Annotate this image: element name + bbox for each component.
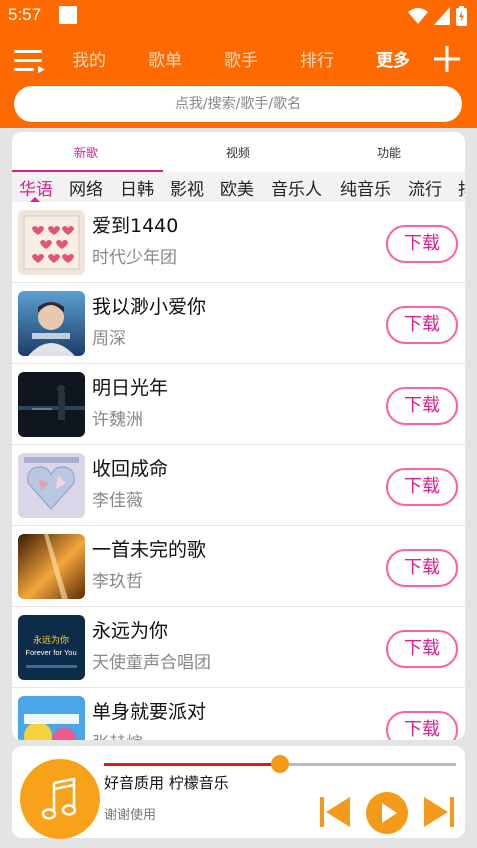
category-douyin[interactable]: 抖 — [458, 175, 465, 200]
category-film[interactable]: 影视 — [170, 175, 204, 200]
category-musician[interactable]: 音乐人 — [271, 175, 322, 200]
progress-bar[interactable] — [104, 755, 456, 773]
app-header: 5:57 我的 歌单 歌手 排行 更多 点我/搜索/歌手/歌名 — [0, 0, 477, 128]
category-internet[interactable]: 网络 — [69, 175, 103, 200]
progress-fill — [104, 763, 280, 766]
song-row[interactable]: 单身就要派对 张赫煊 下载 — [12, 688, 465, 740]
song-title: 我以渺小爱你 — [92, 296, 207, 318]
download-button[interactable]: 下载 — [386, 225, 458, 263]
song-artist: 李玖哲 — [92, 572, 143, 592]
song-artist: 周深 — [92, 329, 126, 349]
album-cover — [18, 372, 85, 437]
notification-icon — [59, 6, 77, 24]
song-title: 单身就要派对 — [92, 701, 207, 723]
download-button[interactable]: 下载 — [386, 711, 458, 740]
download-button[interactable]: 下载 — [386, 468, 458, 506]
tab-more[interactable]: 更多 — [376, 46, 410, 71]
download-button[interactable]: 下载 — [386, 549, 458, 587]
status-icons — [408, 6, 467, 26]
category-pop[interactable]: 流行 — [408, 175, 442, 200]
battery-icon — [456, 6, 467, 26]
song-title: 永远为你 — [92, 620, 169, 642]
song-row[interactable]: 我以渺小爱你 周深 下载 — [12, 283, 465, 364]
download-button[interactable]: 下载 — [386, 387, 458, 425]
song-row[interactable]: 一首未完的歌 李玖哲 下载 — [12, 526, 465, 607]
status-bar: 5:57 — [0, 0, 477, 34]
player-subtitle: 谢谢使用 — [104, 808, 157, 823]
tab-singers[interactable]: 歌手 — [224, 46, 258, 71]
album-cover — [18, 696, 85, 740]
album-cover: 永远为你 Forever for You — [18, 615, 85, 680]
download-button[interactable]: 下载 — [386, 630, 458, 668]
album-cover — [18, 210, 85, 275]
top-nav: 我的 歌单 歌手 排行 更多 — [0, 38, 477, 82]
song-title: 明日光年 — [92, 377, 169, 399]
category-western[interactable]: 欧美 — [220, 175, 254, 200]
next-icon[interactable] — [422, 795, 456, 829]
song-list: 爱到1440 时代少年团 下载 我以渺小爱你 周深 下载 明日光年 许魏洲 下载… — [12, 202, 465, 740]
song-title: 一首未完的歌 — [92, 539, 207, 561]
search-input[interactable]: 点我/搜索/歌手/歌名 — [14, 86, 462, 122]
wifi-icon — [408, 8, 428, 24]
download-button[interactable]: 下载 — [386, 306, 458, 344]
song-row[interactable]: 明日光年 许魏洲 下载 — [12, 364, 465, 445]
subtab-new-songs[interactable]: 新歌 — [74, 144, 98, 161]
song-title: 爱到1440 — [92, 215, 179, 237]
tab-playlists[interactable]: 歌单 — [148, 46, 182, 71]
tab-mine[interactable]: 我的 — [72, 46, 106, 71]
album-cover — [18, 291, 85, 356]
sub-tabs: 新歌 视频 功能 — [12, 132, 465, 172]
song-artist: 天使童声合唱团 — [92, 653, 211, 673]
song-artist: 李佳薇 — [92, 491, 143, 511]
subtab-features[interactable]: 功能 — [377, 144, 401, 161]
cover-text: Forever for You — [25, 648, 76, 657]
album-cover — [18, 453, 85, 518]
previous-icon[interactable] — [318, 795, 352, 829]
category-jpkr[interactable]: 日韩 — [120, 175, 154, 200]
player-title: 好音质用 柠檬音乐 — [104, 774, 229, 792]
song-artist: 时代少年团 — [92, 248, 177, 268]
song-row[interactable]: 收回成命 李佳薇 下载 — [12, 445, 465, 526]
song-title: 收回成命 — [92, 458, 169, 480]
player-cover-button[interactable] — [20, 759, 100, 839]
progress-knob[interactable] — [271, 755, 289, 773]
status-time: 5:57 — [8, 5, 42, 24]
song-row[interactable]: 爱到1440 时代少年团 下载 — [12, 202, 465, 283]
tab-ranking[interactable]: 排行 — [300, 46, 334, 71]
play-icon[interactable] — [366, 792, 408, 834]
mini-player: 好音质用 柠檬音乐 谢谢使用 — [12, 746, 465, 839]
signal-icon — [434, 7, 450, 25]
music-note-icon — [41, 777, 77, 820]
category-bar: 华语 网络 日韩 影视 欧美 音乐人 纯音乐 流行 抖 — [12, 172, 465, 202]
content-panel: 新歌 视频 功能 华语 网络 日韩 影视 欧美 音乐人 纯音乐 流行 抖 — [12, 132, 465, 740]
menu-icon[interactable] — [14, 48, 46, 74]
song-artist: 张赫煊 — [92, 729, 143, 740]
song-artist: 许魏洲 — [92, 410, 143, 430]
album-cover — [18, 534, 85, 599]
subtab-videos[interactable]: 视频 — [226, 144, 250, 161]
add-icon[interactable] — [432, 44, 462, 74]
song-row[interactable]: 永远为你 Forever for You 永远为你 天使童声合唱团 下载 — [12, 607, 465, 688]
cover-text: 永远为你 — [33, 634, 69, 646]
category-instrumental[interactable]: 纯音乐 — [340, 175, 391, 200]
